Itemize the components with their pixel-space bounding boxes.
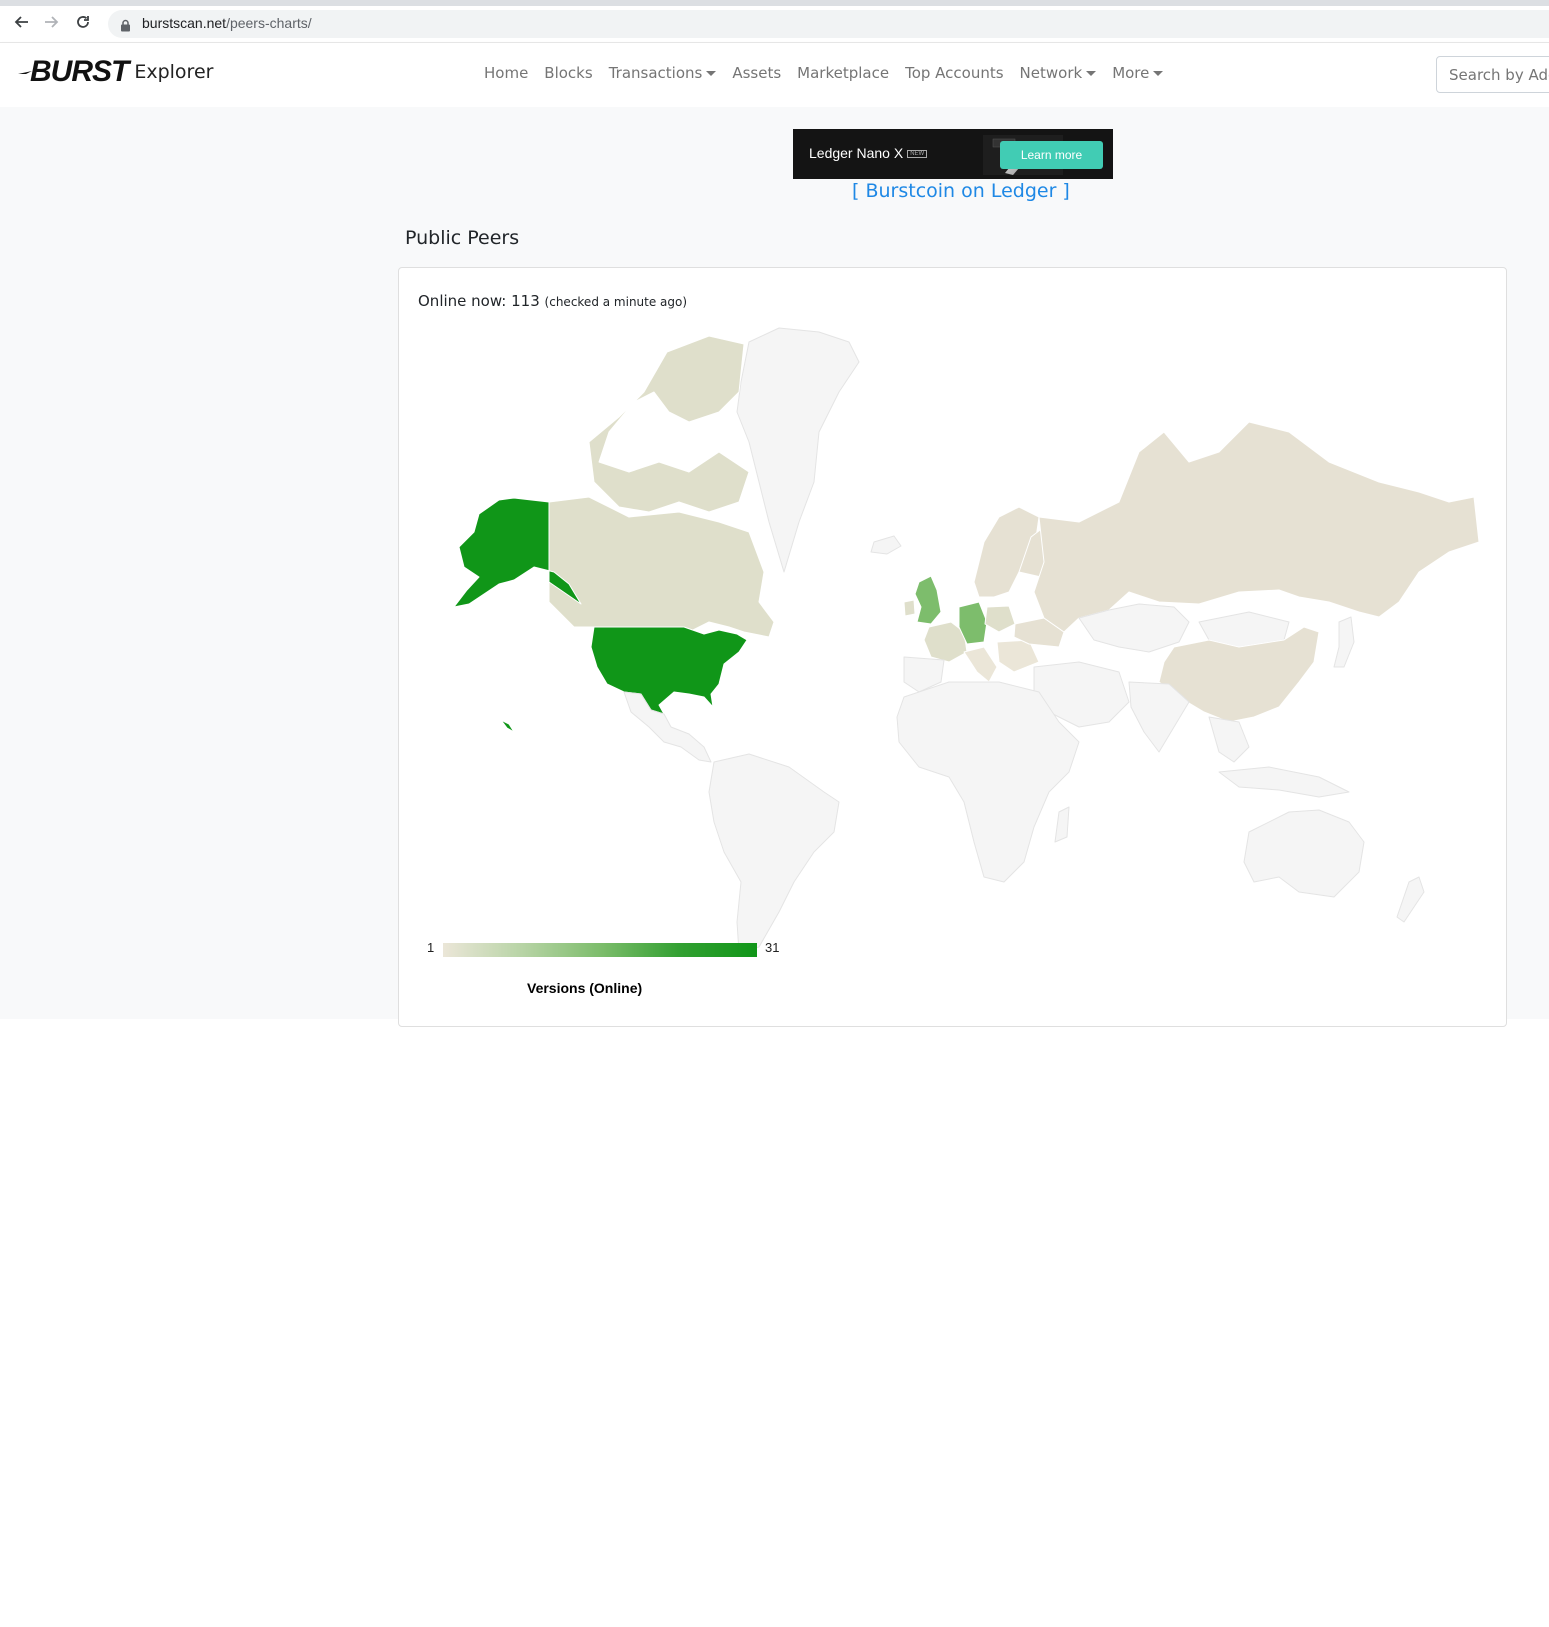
- nav-blocks[interactable]: Blocks: [544, 64, 592, 82]
- online-checked-time: (checked a minute ago): [544, 295, 688, 309]
- nav-assets[interactable]: Assets: [732, 64, 781, 82]
- nav-assets-label: Assets: [732, 64, 782, 82]
- map-region-mexico[interactable]: [623, 691, 712, 763]
- back-icon[interactable]: [12, 13, 30, 31]
- map-region-united-kingdom[interactable]: [914, 575, 942, 625]
- reload-icon[interactable]: [74, 13, 92, 31]
- nav-network-label: Network: [1019, 64, 1083, 82]
- burstcoin-on-ledger-link[interactable]: [ Burstcoin on Ledger ]: [0, 180, 1549, 202]
- search-input[interactable]: Search by Add: [1436, 56, 1549, 93]
- search-placeholder: Search by Add: [1449, 66, 1549, 84]
- peers-card: Online now: 113 (checked a minute ago) 1…: [398, 267, 1507, 1027]
- nav-more-dropdown[interactable]: More: [1112, 64, 1164, 82]
- map-region-canada[interactable]: [548, 496, 775, 638]
- map-region-hawaii[interactable]: [500, 719, 515, 733]
- brand-link[interactable]: BURST Explorer: [18, 55, 213, 89]
- ad-new-badge: NEW: [907, 150, 928, 159]
- map-region-ireland[interactable]: [903, 599, 916, 617]
- map-region-south-america[interactable]: [708, 753, 840, 953]
- map-region-madagascar[interactable]: [1054, 806, 1070, 843]
- site-navbar: BURST Explorer Home Blocks Transactions …: [0, 42, 1549, 107]
- map-region-new-zealand[interactable]: [1396, 876, 1425, 923]
- map-region-poland[interactable]: [984, 605, 1016, 633]
- nav-transactions-dropdown[interactable]: Transactions: [609, 64, 717, 82]
- map-region-australia[interactable]: [1243, 809, 1365, 898]
- color-legend-bar: [443, 943, 757, 957]
- online-label: Online now:: [418, 292, 507, 310]
- nav-top-accounts[interactable]: Top Accounts: [905, 64, 1003, 82]
- map-region-africa[interactable]: [896, 681, 1080, 883]
- page-title: Public Peers: [405, 227, 520, 249]
- legend-max-label: 31: [765, 940, 780, 955]
- address-bar[interactable]: burstscan.net/peers-charts/: [108, 10, 1549, 38]
- nav-marketplace-label: Marketplace: [797, 64, 890, 82]
- nav-marketplace[interactable]: Marketplace: [797, 64, 889, 82]
- tab-strip: [0, 0, 1549, 6]
- nav-home[interactable]: Home: [484, 64, 528, 82]
- brand-logo: BURST: [30, 55, 129, 88]
- map-region-canada-islands[interactable]: [588, 335, 750, 513]
- nav-blocks-label: Blocks: [544, 64, 593, 82]
- nav-transactions-label: Transactions: [608, 64, 703, 82]
- brand-text: Explorer: [134, 61, 214, 83]
- nav-network-dropdown[interactable]: Network: [1020, 64, 1097, 82]
- online-count: 113: [511, 292, 540, 310]
- ad-product-text: Ledger Nano X NEW: [809, 145, 928, 161]
- map-region-russia[interactable]: [1033, 421, 1480, 633]
- ad-product-prefix: Ledger: [809, 145, 853, 161]
- lock-icon: [120, 17, 131, 36]
- caret-down-icon: [1153, 70, 1164, 76]
- nav-more-label: More: [1112, 64, 1150, 82]
- caret-down-icon: [706, 70, 717, 76]
- map-region-indonesia[interactable]: [1218, 766, 1350, 798]
- versions-chart-title: Versions (Online): [527, 980, 643, 996]
- online-status: Online now: 113 (checked a minute ago): [418, 292, 687, 310]
- legend-min-label: 1: [427, 940, 435, 955]
- map-region-greenland[interactable]: [736, 327, 860, 573]
- url-host: burstscan.net: [142, 15, 227, 31]
- nav-home-label: Home: [484, 64, 529, 82]
- url-path: /peers-charts/: [226, 15, 312, 31]
- map-region-iceland[interactable]: [870, 535, 902, 555]
- map-region-united-states[interactable]: [590, 626, 748, 715]
- url-text: burstscan.net/peers-charts/: [142, 15, 312, 31]
- map-region-southeast-asia[interactable]: [1208, 716, 1250, 763]
- nav-top-accounts-label: Top Accounts: [905, 64, 1004, 82]
- ledger-ad-banner[interactable]: Ledger Nano X NEW Learn more: [793, 129, 1113, 179]
- browser-toolbar: burstscan.net/peers-charts/: [0, 0, 1549, 42]
- world-peers-map[interactable]: [419, 322, 1499, 972]
- page-content: Ledger Nano X NEW Learn more [ Burstcoin …: [0, 107, 1549, 1027]
- learn-more-button[interactable]: Learn more: [1000, 141, 1103, 169]
- caret-down-icon: [1086, 70, 1097, 76]
- map-region-italy[interactable]: [963, 646, 998, 683]
- nav-menu: Home Blocks Transactions Assets Marketpl…: [484, 64, 1179, 82]
- map-region-japan[interactable]: [1333, 616, 1355, 668]
- forward-icon[interactable]: [43, 13, 61, 31]
- ad-product-name: Nano X: [856, 145, 904, 161]
